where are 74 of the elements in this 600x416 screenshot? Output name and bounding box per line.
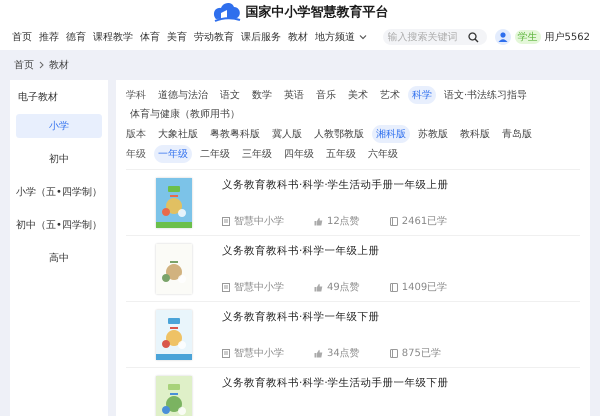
document-icon	[222, 348, 230, 358]
user-name[interactable]: 用户5562	[544, 30, 590, 44]
filter-option[interactable]: 教科版	[456, 125, 494, 143]
filter-option[interactable]: 粤教粤科版	[206, 125, 264, 143]
nav-link[interactable]: 课后服务	[241, 30, 281, 44]
nav-link[interactable]: 教材	[288, 30, 308, 44]
filter-option[interactable]: 数学	[248, 86, 276, 104]
thumbs-up-icon	[314, 282, 323, 292]
filter-option[interactable]: 语文	[216, 86, 244, 104]
book-icon	[390, 348, 398, 358]
filter-option[interactable]: 一年级	[154, 145, 192, 163]
filter-option[interactable]: 美术	[344, 86, 372, 104]
like-count: 34点赞	[327, 346, 360, 360]
filter-option[interactable]: 冀人版	[268, 125, 306, 143]
role-badge: 学生	[514, 30, 541, 44]
filter-option[interactable]: 二年级	[196, 145, 234, 163]
document-icon	[222, 216, 230, 226]
filter-option[interactable]: 苏教版	[414, 125, 452, 143]
nav-link[interactable]: 体育	[140, 30, 160, 44]
filter-option[interactable]: 艺术	[376, 86, 404, 104]
filter-option[interactable]: 六年级	[364, 145, 402, 163]
chevron-down-icon	[359, 34, 367, 40]
filter-option[interactable]: 科学	[408, 86, 436, 104]
book-icon	[390, 282, 398, 292]
avatar-icon[interactable]	[494, 29, 511, 45]
nav-link[interactable]: 推荐	[39, 30, 59, 44]
book-title[interactable]: 义务教育教科书·科学·学生活动手册一年级下册	[222, 376, 449, 390]
nav-link[interactable]: 地方频道	[315, 30, 367, 44]
filter-option[interactable]: 人教鄂教版	[310, 125, 368, 143]
book-source: 智慧中小学	[234, 214, 284, 228]
book-title[interactable]: 义务教育教科书·科学一年级上册	[222, 244, 448, 258]
filter-option[interactable]: 语文·书法练习指导	[440, 86, 532, 104]
sidebar-title: 电子教材	[18, 90, 59, 104]
filter-option[interactable]: 四年级	[280, 145, 318, 163]
sidebar-item[interactable]: 小学（五•四学制）	[16, 180, 102, 204]
filter-label: 学科	[126, 88, 147, 102]
search-icon[interactable]	[468, 32, 479, 42]
breadcrumb-link[interactable]: 教材	[49, 58, 69, 72]
nav-link[interactable]: 德育	[66, 30, 86, 44]
book-title[interactable]: 义务教育教科书·科学一年级下册	[222, 310, 441, 324]
filter-option[interactable]: 英语	[280, 86, 308, 104]
nav-link[interactable]: 劳动教育	[194, 30, 234, 44]
book-source: 智慧中小学	[234, 280, 284, 294]
filter-option[interactable]: 湘科版	[372, 125, 410, 143]
learner-count: 875已学	[402, 347, 441, 360]
sidebar-item[interactable]: 小学	[16, 114, 102, 138]
thumbs-up-icon	[314, 216, 323, 226]
like-count: 12点赞	[327, 214, 360, 228]
nav-link[interactable]: 美育	[167, 30, 187, 44]
like-count: 49点赞	[327, 280, 360, 294]
document-icon	[222, 282, 230, 292]
chevron-right-icon	[39, 61, 44, 69]
filter-option[interactable]: 五年级	[322, 145, 360, 163]
sidebar-item[interactable]: 高中	[16, 246, 102, 270]
book-icon	[390, 216, 398, 226]
sidebar-item[interactable]: 初中（五•四学制）	[16, 213, 102, 237]
thumbs-up-icon	[314, 348, 323, 358]
filter-option[interactable]: 体育与健康（教师用书）	[126, 105, 244, 123]
filter-option[interactable]: 三年级	[238, 145, 276, 163]
sidebar-item[interactable]: 初中	[16, 147, 102, 171]
filter-label: 版本	[126, 128, 147, 141]
nav-link[interactable]: 课程教学	[93, 30, 133, 44]
filter-option[interactable]: 大象社版	[154, 125, 202, 143]
filter-option[interactable]: 道德与法治	[154, 86, 212, 104]
breadcrumb-link[interactable]: 首页	[14, 58, 34, 72]
learner-count: 1409已学	[402, 281, 448, 294]
book-title[interactable]: 义务教育教科书·科学·学生活动手册一年级上册	[222, 178, 449, 192]
filter-option[interactable]: 青岛版	[498, 125, 536, 143]
filter-label: 年级	[126, 148, 147, 161]
filter-option[interactable]: 音乐	[312, 86, 340, 104]
site-title: 国家中小学智慧教育平台	[246, 4, 388, 21]
learner-count: 2461已学	[402, 215, 448, 228]
nav-link[interactable]: 首页	[12, 30, 32, 44]
book-source: 智慧中小学	[234, 346, 284, 360]
